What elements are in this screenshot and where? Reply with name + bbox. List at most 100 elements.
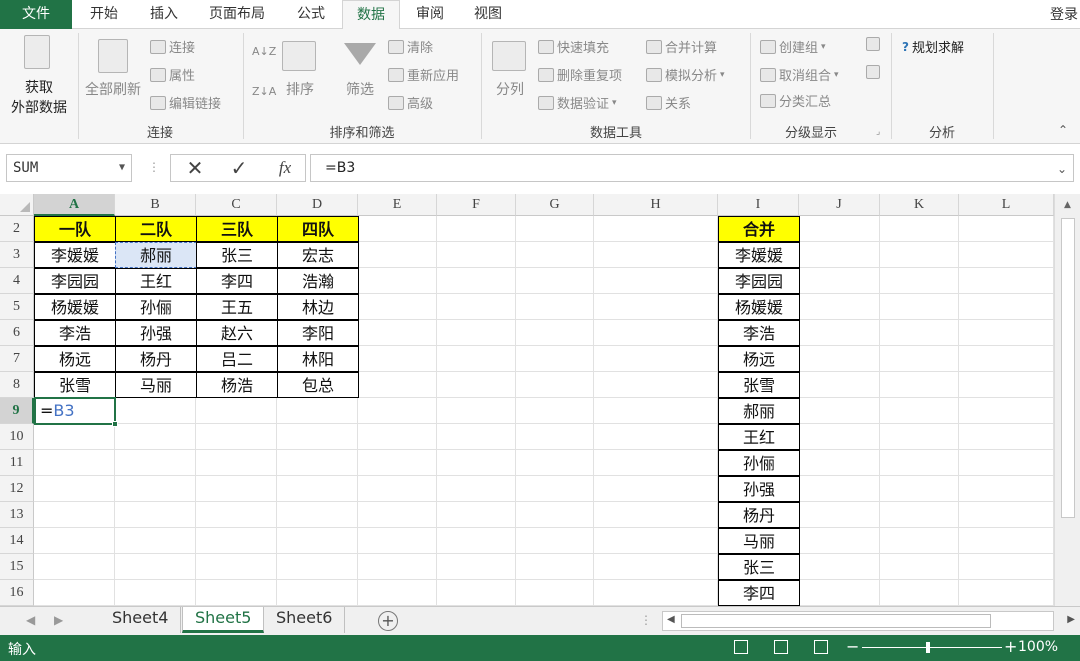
merged-cell[interactable]: 郝丽 bbox=[718, 398, 800, 424]
row-header-15[interactable]: 15 bbox=[0, 554, 34, 580]
tab-page-layout[interactable]: 页面布局 bbox=[200, 0, 274, 29]
row-header-9[interactable]: 9 bbox=[0, 398, 34, 424]
reapply-button[interactable]: 重新应用 bbox=[388, 65, 459, 84]
table-cell[interactable]: 李园园 bbox=[34, 268, 116, 294]
table-cell[interactable]: 王五 bbox=[196, 294, 278, 320]
column-header-l[interactable]: L bbox=[959, 194, 1054, 216]
merged-cell[interactable]: 孙强 bbox=[718, 476, 800, 502]
table-cell[interactable]: 李媛媛 bbox=[34, 242, 116, 268]
row-header-4[interactable]: 4 bbox=[0, 268, 34, 294]
name-box[interactable]: SUM ▼ bbox=[6, 154, 132, 182]
column-header-k[interactable]: K bbox=[880, 194, 959, 216]
properties-button[interactable]: 属性 bbox=[150, 65, 195, 84]
table-cell[interactable]: 吕二 bbox=[196, 346, 278, 372]
column-header-a[interactable]: A bbox=[34, 194, 115, 216]
tab-home[interactable]: 开始 bbox=[80, 0, 128, 29]
table-cell[interactable]: 杨远 bbox=[34, 346, 116, 372]
column-header-h[interactable]: H bbox=[594, 194, 718, 216]
sheet-tab-sheet5[interactable]: Sheet5 bbox=[182, 607, 265, 633]
scroll-left-icon[interactable]: ◀ bbox=[667, 614, 675, 625]
table-header-cell[interactable]: 四队 bbox=[277, 216, 359, 242]
vertical-scroll-thumb[interactable] bbox=[1061, 218, 1075, 518]
scroll-up-icon[interactable]: ▲ bbox=[1064, 200, 1071, 210]
ungroup-button[interactable]: 取消组合 ▾ bbox=[760, 65, 839, 84]
enter-icon[interactable]: ✓ bbox=[221, 155, 257, 181]
merged-cell[interactable]: 马丽 bbox=[718, 528, 800, 554]
insert-function-icon[interactable]: fx bbox=[267, 155, 303, 181]
merged-cell[interactable]: 张雪 bbox=[718, 372, 800, 398]
table-cell[interactable]: 王红 bbox=[115, 268, 197, 294]
referenced-cell[interactable]: 郝丽 bbox=[115, 242, 197, 268]
row-header-5[interactable]: 5 bbox=[0, 294, 34, 320]
solver-button[interactable]: ? 规划求解 bbox=[902, 37, 964, 57]
filter-button[interactable]: 筛选 bbox=[340, 39, 380, 109]
row-header-12[interactable]: 12 bbox=[0, 476, 34, 502]
clear-filter-button[interactable]: 清除 bbox=[388, 37, 433, 56]
row-header-14[interactable]: 14 bbox=[0, 528, 34, 554]
zoom-out-icon[interactable]: − bbox=[846, 637, 859, 656]
data-validation-button[interactable]: 数据验证 ▾ bbox=[538, 93, 617, 112]
row-header-2[interactable]: 2 bbox=[0, 216, 34, 242]
table-cell[interactable]: 张三 bbox=[196, 242, 278, 268]
tab-insert[interactable]: 插入 bbox=[140, 0, 188, 29]
table-header-cell[interactable]: 二队 bbox=[115, 216, 197, 242]
cancel-icon[interactable]: ✕ bbox=[177, 155, 213, 181]
table-header-cell[interactable]: 三队 bbox=[196, 216, 278, 242]
table-cell[interactable]: 浩瀚 bbox=[277, 268, 359, 294]
formula-input[interactable]: =B3 ⌄ bbox=[310, 154, 1074, 182]
chevron-down-icon[interactable]: ▼ bbox=[119, 155, 125, 181]
zoom-in-icon[interactable]: + bbox=[1004, 637, 1017, 656]
prev-sheet-icon[interactable]: ◀ bbox=[26, 613, 35, 627]
table-cell[interactable]: 孙俪 bbox=[115, 294, 197, 320]
refresh-all-button[interactable]: 全部刷新 bbox=[82, 35, 144, 115]
scroll-right-icon[interactable]: ▶ bbox=[1067, 614, 1075, 625]
table-cell[interactable]: 杨浩 bbox=[196, 372, 278, 398]
fill-handle[interactable] bbox=[112, 421, 118, 427]
page-break-view-icon[interactable] bbox=[814, 640, 828, 654]
normal-view-icon[interactable] bbox=[734, 640, 748, 654]
hide-detail-button[interactable] bbox=[866, 65, 880, 79]
sheet-tab-sheet6[interactable]: Sheet6 bbox=[264, 607, 346, 633]
table-cell[interactable]: 宏志 bbox=[277, 242, 359, 268]
sheet-tab-sheet4[interactable]: Sheet4 bbox=[100, 607, 182, 633]
merged-cell[interactable]: 李四 bbox=[718, 580, 800, 606]
flash-fill-button[interactable]: 快速填充 bbox=[538, 37, 609, 56]
table-cell[interactable]: 包总 bbox=[277, 372, 359, 398]
table-cell[interactable]: 张雪 bbox=[34, 372, 116, 398]
select-all-corner[interactable] bbox=[0, 194, 34, 216]
horizontal-scroll-thumb[interactable] bbox=[681, 614, 991, 628]
tab-formulas[interactable]: 公式 bbox=[286, 0, 336, 29]
text-to-columns-button[interactable]: 分列 bbox=[488, 39, 532, 109]
edit-links-button[interactable]: 编辑链接 bbox=[150, 93, 221, 112]
column-header-j[interactable]: J bbox=[799, 194, 880, 216]
outline-dialog-launcher[interactable]: ⌟ bbox=[876, 127, 880, 137]
merged-cell[interactable]: 孙俪 bbox=[718, 450, 800, 476]
merged-cell[interactable]: 张三 bbox=[718, 554, 800, 580]
row-header-11[interactable]: 11 bbox=[0, 450, 34, 476]
connections-button[interactable]: 连接 bbox=[150, 37, 195, 56]
zoom-level[interactable]: 100% bbox=[1018, 639, 1058, 655]
advanced-filter-button[interactable]: 高级 bbox=[388, 93, 433, 112]
table-cell[interactable]: 杨丹 bbox=[115, 346, 197, 372]
get-external-data-button[interactable]: 获取 外部数据 bbox=[4, 33, 74, 116]
page-layout-view-icon[interactable] bbox=[774, 640, 788, 654]
column-header-b[interactable]: B bbox=[115, 194, 196, 216]
row-header-16[interactable]: 16 bbox=[0, 580, 34, 606]
row-header-13[interactable]: 13 bbox=[0, 502, 34, 528]
merged-cell[interactable]: 李浩 bbox=[718, 320, 800, 346]
login-link[interactable]: 登录 bbox=[1050, 4, 1078, 24]
horizontal-scrollbar[interactable]: ◀ ▶ bbox=[662, 611, 1075, 631]
row-header-3[interactable]: 3 bbox=[0, 242, 34, 268]
column-header-d[interactable]: D bbox=[277, 194, 358, 216]
merged-cell[interactable]: 李园园 bbox=[718, 268, 800, 294]
row-header-10[interactable]: 10 bbox=[0, 424, 34, 450]
worksheet-grid[interactable]: ABCDEFGHIJKL 2 3 4 5 6 7 8 9 10 11 12 13 14 15 16 一队 二队… bbox=[0, 194, 1080, 606]
table-cell[interactable]: 李四 bbox=[196, 268, 278, 294]
column-header-g[interactable]: G bbox=[516, 194, 594, 216]
zoom-slider[interactable] bbox=[862, 647, 1002, 648]
active-cell-editor[interactable]: =B3 bbox=[34, 397, 118, 427]
sort-button[interactable]: 排序 bbox=[280, 39, 320, 109]
table-cell[interactable]: 杨媛媛 bbox=[34, 294, 116, 320]
show-detail-button[interactable] bbox=[866, 37, 880, 51]
merged-cell[interactable]: 杨媛媛 bbox=[718, 294, 800, 320]
